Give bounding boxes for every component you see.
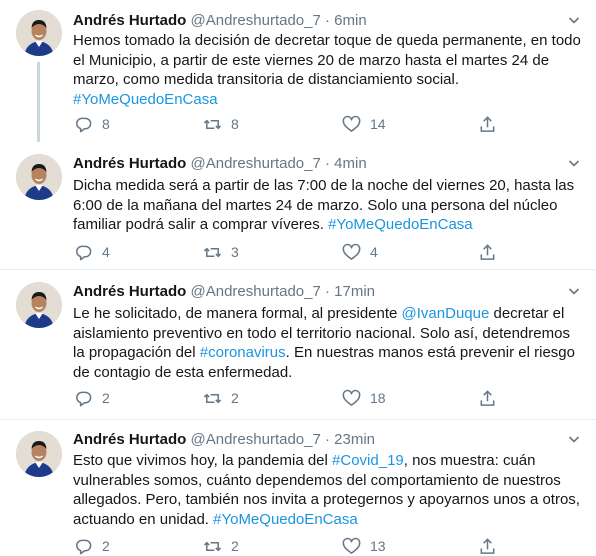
tweet-text: Hemos tomado la decisión de decretar toq… <box>73 31 585 109</box>
reply-icon <box>76 539 92 554</box>
reply-icon <box>76 245 92 260</box>
tweet-header: Andrés Hurtado @Andreshurtado_7 · 4min <box>73 154 367 173</box>
heart-icon <box>342 243 361 260</box>
hashtag-link[interactable]: #YoMeQuedoEnCasa <box>328 216 473 233</box>
hashtag-link[interactable]: #YoMeQuedoEnCasa <box>213 511 358 528</box>
separator-dot: · <box>325 283 330 300</box>
tweet-actions: 4 3 4 <box>73 242 573 262</box>
chevron-down-icon[interactable] <box>568 432 580 444</box>
hashtag-link[interactable]: #coronavirus <box>200 344 286 361</box>
retweet-icon <box>203 247 222 257</box>
reply-icon <box>76 391 92 406</box>
retweet-button[interactable]: 8 <box>203 114 239 134</box>
heart-icon <box>342 389 361 406</box>
tweet-text-segment: Hemos tomado la decisión de decretar toq… <box>73 32 581 88</box>
retweet-icon <box>203 393 222 403</box>
like-button[interactable]: 18 <box>342 388 386 408</box>
separator-dot: · <box>325 12 330 29</box>
share-button[interactable] <box>478 114 497 134</box>
retweet-count: 3 <box>231 244 239 260</box>
retweet-button[interactable]: 2 <box>203 388 239 408</box>
mention-link[interactable]: @IvanDuque <box>402 305 490 322</box>
timestamp[interactable]: 23min <box>334 431 375 448</box>
author-handle[interactable]: @Andreshurtado_7 <box>191 155 321 172</box>
heart-icon <box>342 537 361 554</box>
reply-icon <box>76 117 92 132</box>
share-button[interactable] <box>478 388 497 408</box>
separator-dot: · <box>325 431 330 448</box>
tweet[interactable]: Andrés Hurtado @Andreshurtado_7 · 17min … <box>0 270 596 419</box>
reply-button[interactable]: 2 <box>74 536 110 556</box>
tweet[interactable]: Andrés Hurtado @Andreshurtado_7 · 6min H… <box>0 0 596 142</box>
separator-dot: · <box>325 155 330 172</box>
hashtag-link[interactable]: #YoMeQuedoEnCasa <box>73 91 218 108</box>
author-handle[interactable]: @Andreshurtado_7 <box>191 283 321 300</box>
retweet-count: 2 <box>231 538 239 554</box>
tweet-text: Esto que vivimos hoy, la pandemia del #C… <box>73 451 585 529</box>
like-count: 18 <box>370 390 386 406</box>
retweet-button[interactable]: 2 <box>203 536 239 556</box>
reply-button[interactable]: 4 <box>74 242 110 262</box>
tweet-header: Andrés Hurtado @Andreshurtado_7 · 17min <box>73 282 375 301</box>
retweet-count: 2 <box>231 390 239 406</box>
tweet-text-segment: Le he solicitado, de manera formal, al p… <box>73 305 402 322</box>
reply-count: 2 <box>102 390 110 406</box>
chevron-down-icon[interactable] <box>568 13 580 25</box>
reply-count: 4 <box>102 244 110 260</box>
author-handle[interactable]: @Andreshurtado_7 <box>191 12 321 29</box>
tweet-header: Andrés Hurtado @Andreshurtado_7 · 6min <box>73 11 367 30</box>
tweet-actions: 2 2 13 <box>73 536 573 556</box>
share-icon <box>480 243 495 260</box>
tweet-text-segment: Esto que vivimos hoy, la pandemia del <box>73 452 333 469</box>
like-count: 4 <box>370 244 378 260</box>
reply-button[interactable]: 8 <box>74 114 110 134</box>
tweet-header: Andrés Hurtado @Andreshurtado_7 · 23min <box>73 430 375 449</box>
reply-count: 8 <box>102 116 110 132</box>
heart-icon <box>342 115 361 132</box>
reply-count: 2 <box>102 538 110 554</box>
avatar[interactable] <box>16 282 62 328</box>
tweet-text-segment: Dicha medida será a partir de las 7:00 d… <box>73 177 575 233</box>
retweet-icon <box>203 541 222 551</box>
author-handle[interactable]: @Andreshurtado_7 <box>191 431 321 448</box>
like-count: 14 <box>370 116 386 132</box>
avatar[interactable] <box>16 154 62 200</box>
author-name[interactable]: Andrés Hurtado <box>73 431 186 448</box>
author-name[interactable]: Andrés Hurtado <box>73 12 186 29</box>
chevron-down-icon[interactable] <box>568 284 580 296</box>
share-icon <box>480 537 495 554</box>
thread-line <box>37 62 40 142</box>
tweet-actions: 8 8 14 <box>73 114 573 134</box>
retweet-icon <box>203 119 222 129</box>
tweet[interactable]: Andrés Hurtado @Andreshurtado_7 · 4min D… <box>0 142 596 269</box>
timestamp[interactable]: 6min <box>334 12 367 29</box>
retweet-count: 8 <box>231 116 239 132</box>
like-count: 13 <box>370 538 386 554</box>
retweet-button[interactable]: 3 <box>203 242 239 262</box>
chevron-down-icon[interactable] <box>568 156 580 168</box>
timestamp[interactable]: 4min <box>334 155 367 172</box>
tweet[interactable]: Andrés Hurtado @Andreshurtado_7 · 23min … <box>0 420 596 554</box>
share-icon <box>480 389 495 406</box>
author-name[interactable]: Andrés Hurtado <box>73 283 186 300</box>
tweet-text: Le he solicitado, de manera formal, al p… <box>73 304 585 382</box>
share-icon <box>480 115 495 132</box>
timestamp[interactable]: 17min <box>334 283 375 300</box>
hashtag-link[interactable]: #Covid_19 <box>332 452 404 469</box>
share-button[interactable] <box>478 536 497 556</box>
like-button[interactable]: 14 <box>342 114 386 134</box>
tweet-text: Dicha medida será a partir de las 7:00 d… <box>73 176 585 235</box>
avatar[interactable] <box>16 10 62 56</box>
like-button[interactable]: 4 <box>342 242 378 262</box>
share-button[interactable] <box>478 242 497 262</box>
tweet-actions: 2 2 18 <box>73 388 573 408</box>
like-button[interactable]: 13 <box>342 536 386 556</box>
reply-button[interactable]: 2 <box>74 388 110 408</box>
avatar[interactable] <box>16 431 62 477</box>
author-name[interactable]: Andrés Hurtado <box>73 155 186 172</box>
